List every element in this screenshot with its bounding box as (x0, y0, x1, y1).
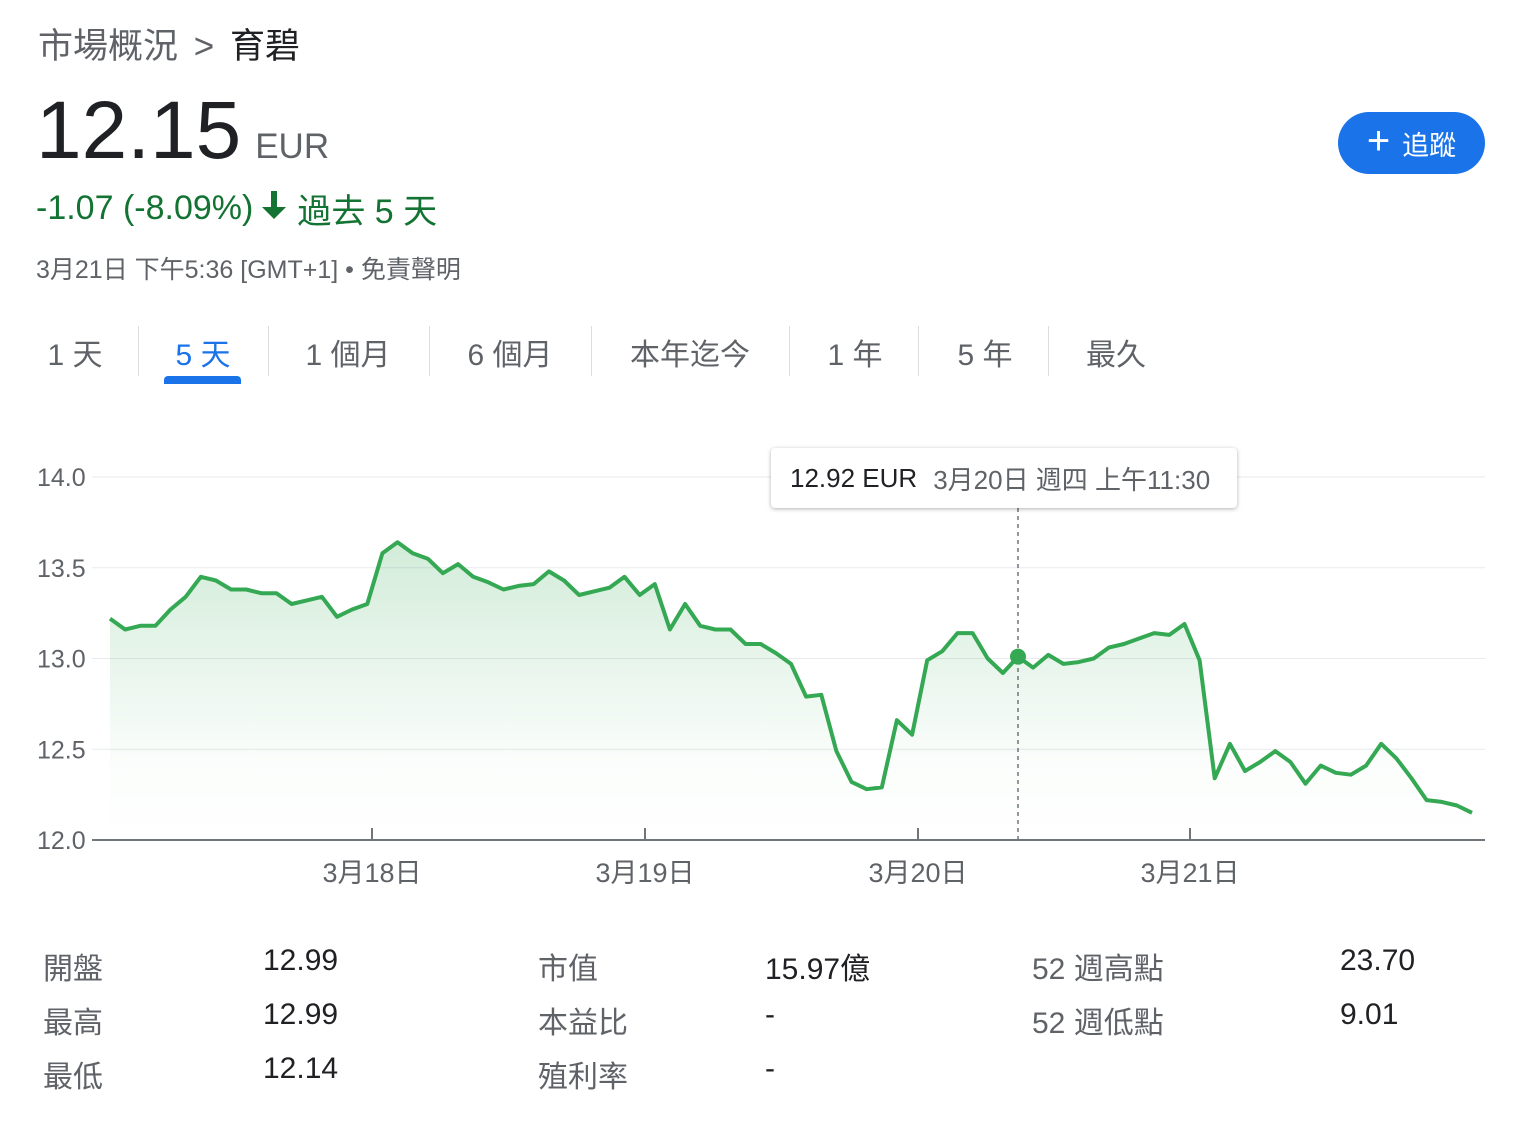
tab-max[interactable]: 最久 (1070, 326, 1162, 378)
tab-1-year[interactable]: 1 年 (810, 326, 900, 378)
price-row: 12.15 EUR (36, 84, 329, 178)
y-tick-label: 13.0 (37, 646, 86, 674)
breadcrumb-parent-link[interactable]: 市場概況 (38, 27, 178, 66)
breadcrumb-current: 育碧 (229, 27, 300, 66)
price-change: -1.07 (-8.09%) (36, 189, 254, 227)
tab-5-day[interactable]: 5 天 (160, 326, 246, 378)
quote-timestamp: 3月21日 下午5:36 [GMT+1] • 免責聲明 (36, 256, 461, 284)
x-tick-label: 3月19日 (595, 858, 694, 888)
x-tick-label: 3月18日 (322, 858, 421, 888)
tab-1-month[interactable]: 1 個月 (290, 326, 406, 378)
tooltip-price: 12.92 EUR (790, 462, 918, 493)
price-chart[interactable]: 14.0 13.5 13.0 12.5 12.0 3月18日 3月19日 3月20日 3月21… (0, 430, 1524, 900)
current-price: 12.15 (36, 85, 242, 176)
stat-label-high: 最高 (43, 1007, 103, 1040)
follow-button[interactable]: + 追蹤 (1338, 112, 1485, 174)
active-tab-indicator (164, 376, 241, 384)
stat-label-open: 開盤 (43, 953, 103, 986)
stat-label-market-cap: 市值 (538, 953, 598, 986)
stat-value-52w-low: 9.01 (1340, 998, 1399, 1031)
plus-icon: + (1366, 119, 1391, 163)
tab-divider (268, 326, 269, 376)
stat-label-52w-high: 52 週高點 (1032, 953, 1164, 986)
tab-divider (591, 326, 592, 376)
stat-label-dividend-yield: 殖利率 (538, 1061, 628, 1094)
stat-label-low: 最低 (43, 1061, 103, 1094)
y-tick-label: 13.5 (37, 555, 86, 583)
stat-label-pe-ratio: 本益比 (538, 1007, 628, 1040)
tab-divider (1048, 326, 1049, 376)
stat-value-dividend-yield: - (765, 1052, 775, 1085)
tab-1-day[interactable]: 1 天 (30, 326, 120, 378)
tab-divider (429, 326, 430, 376)
x-tick-label: 3月20日 (868, 858, 967, 888)
stat-value-market-cap: 15.97億 (765, 953, 871, 986)
stat-value-open: 12.99 (263, 944, 339, 977)
x-tick-label: 3月21日 (1140, 858, 1239, 888)
follow-button-label: 追蹤 (1402, 130, 1457, 161)
stat-value-52w-high: 23.70 (1340, 944, 1416, 977)
y-tick-label: 14.0 (37, 464, 86, 492)
range-tabs: 1 天 5 天 1 個月 6 個月 本年迄今 1 年 5 年 最久 (0, 326, 1524, 386)
chart-tooltip: 12.92 EUR 3月20日 週四 上午11:30 (771, 448, 1237, 508)
y-axis-labels: 14.0 13.5 13.0 12.5 12.0 (37, 464, 86, 855)
y-tick-label: 12.0 (37, 827, 86, 855)
currency-label: EUR (255, 127, 330, 166)
tab-divider (918, 326, 919, 376)
breadcrumb: 市場概況 > 育碧 (38, 18, 300, 69)
y-tick-label: 12.5 (37, 736, 86, 764)
stat-value-low: 12.14 (263, 1052, 339, 1085)
tooltip-date: 3月20日 週四 上午11:30 (933, 464, 1211, 495)
tab-6-month[interactable]: 6 個月 (450, 326, 570, 378)
price-area-fill (110, 542, 1472, 840)
hover-point (1010, 648, 1026, 665)
price-change-row: -1.07 (-8.09%) 過去 5 天 (36, 184, 437, 233)
stat-value-high: 12.99 (263, 998, 339, 1031)
stat-label-52w-low: 52 週低點 (1032, 1007, 1164, 1040)
tab-divider (138, 326, 139, 376)
price-change-period: 過去 5 天 (297, 193, 438, 231)
tab-ytd[interactable]: 本年迄今 (612, 326, 768, 378)
tab-divider (789, 326, 790, 376)
tab-5-year[interactable]: 5 年 (940, 326, 1030, 378)
arrow-down-icon (261, 189, 287, 228)
stat-value-pe-ratio: - (765, 998, 775, 1031)
breadcrumb-separator: > (193, 27, 215, 66)
